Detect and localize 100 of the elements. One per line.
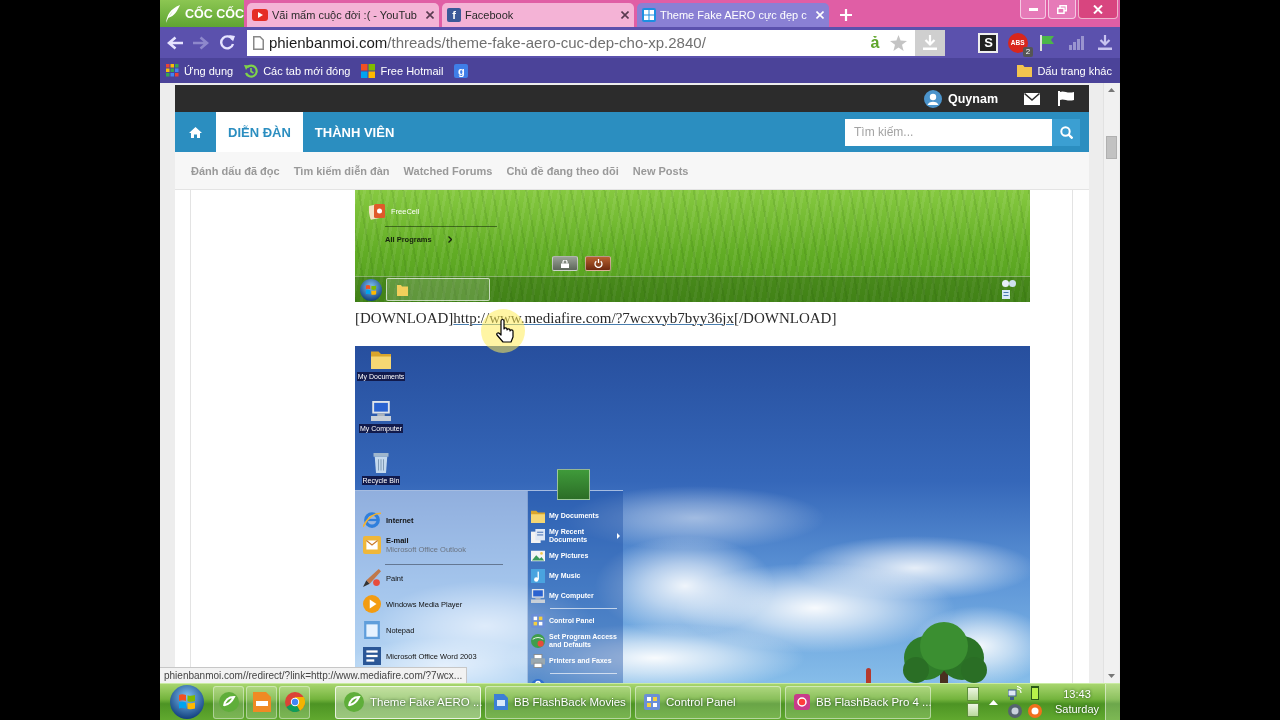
download-icon bbox=[923, 35, 938, 50]
document-icon bbox=[252, 692, 271, 712]
start-orb-icon[interactable] bbox=[360, 278, 382, 301]
swirl-icon bbox=[218, 692, 239, 712]
show-desktop-button[interactable] bbox=[1105, 684, 1120, 720]
taskbar-button[interactable] bbox=[386, 278, 490, 301]
pinned-app-button[interactable] bbox=[279, 685, 310, 719]
taskbar-button[interactable]: BB FlashBack Movies bbox=[485, 685, 631, 719]
nav-tab[interactable]: THÀNH VIÊN bbox=[302, 112, 407, 152]
site-icon: f bbox=[447, 8, 461, 22]
apps-grid-icon bbox=[166, 64, 179, 77]
address-field[interactable]: phienbanmoi.com/threads/theme-fake-aero-cuc-dep-cho-xp.2840/ ả bbox=[246, 29, 916, 56]
show-hidden-icons-button[interactable] bbox=[989, 699, 998, 705]
document-icon bbox=[494, 694, 508, 710]
scroll-up-icon[interactable] bbox=[1108, 88, 1115, 92]
download-link[interactable]: http://www.mediafire.com/?7wcxvyb7byy36jx bbox=[453, 310, 734, 326]
home-icon bbox=[189, 126, 202, 138]
sub-nav-link[interactable]: Đánh dấu đã đọc bbox=[191, 164, 280, 177]
scrollbar[interactable] bbox=[1103, 83, 1119, 683]
cards-icon bbox=[369, 203, 386, 220]
extension-button[interactable]: S bbox=[978, 32, 999, 53]
pinned-app-button[interactable] bbox=[246, 685, 277, 719]
ring-icon[interactable] bbox=[1028, 704, 1042, 718]
power-button[interactable] bbox=[585, 256, 611, 271]
clock-day[interactable]: Saturday bbox=[1055, 702, 1099, 717]
scrollbar-thumb[interactable] bbox=[1106, 136, 1117, 159]
browser-tab[interactable]: Vãi mấm cuộc đời :( - YouTub bbox=[247, 3, 439, 27]
site-icon[interactable]: g bbox=[454, 63, 469, 78]
battery-icon[interactable] bbox=[1028, 686, 1042, 700]
swirl-icon bbox=[344, 692, 364, 712]
bookmark-item[interactable]: Các tab mới đóng bbox=[244, 63, 351, 78]
sub-nav-link[interactable]: Watched Forums bbox=[403, 164, 493, 177]
logo-tab[interactable]: CỐC CỐC bbox=[160, 0, 244, 27]
bookmark-folder[interactable]: Dấu trang khác bbox=[1017, 64, 1112, 77]
documents-icon bbox=[531, 529, 545, 543]
search-field[interactable]: Tìm kiếm... bbox=[845, 118, 1052, 146]
speaker-icon[interactable] bbox=[1008, 704, 1022, 718]
network-icon[interactable] bbox=[1008, 686, 1022, 700]
four-pane-icon bbox=[361, 63, 376, 78]
chevron-up-icon bbox=[989, 699, 998, 705]
lock-button[interactable] bbox=[552, 256, 578, 271]
download-text: [DOWNLOAD]http://www.mediafire.com/?7wcxvyb7byy36jx[/DOWNLOAD] bbox=[355, 309, 838, 327]
desktop-pager[interactable] bbox=[967, 687, 979, 717]
chevron-right-icon bbox=[447, 236, 452, 243]
minimize-button[interactable] bbox=[1020, 0, 1046, 19]
flag-icon bbox=[1058, 91, 1074, 106]
browser-tab[interactable]: f Facebook bbox=[442, 3, 634, 27]
forward-icon bbox=[193, 35, 210, 50]
search-icon bbox=[1059, 125, 1073, 139]
picture-icon bbox=[531, 549, 545, 563]
reload-icon bbox=[220, 35, 236, 50]
user-name[interactable]: Quynam bbox=[948, 91, 998, 106]
note-icon bbox=[1002, 290, 1010, 299]
close-button[interactable] bbox=[1078, 0, 1118, 19]
page-icon bbox=[252, 35, 264, 50]
play-icon bbox=[363, 595, 381, 613]
sub-nav-link[interactable]: Tìm kiếm diễn đàn bbox=[293, 164, 390, 177]
minimize-icon bbox=[1028, 7, 1038, 11]
folder-icon bbox=[397, 283, 408, 296]
history-icon bbox=[244, 63, 259, 78]
signal-bars-icon bbox=[1068, 35, 1084, 50]
download-icon bbox=[1098, 35, 1113, 50]
record-icon bbox=[794, 694, 810, 710]
globe-icon bbox=[531, 634, 545, 648]
count-badge: 2 bbox=[1023, 46, 1034, 57]
close-icon[interactable] bbox=[621, 11, 629, 19]
scroll-down-icon[interactable] bbox=[1108, 674, 1115, 678]
leaf-icon bbox=[165, 4, 181, 23]
restore-button[interactable] bbox=[1048, 0, 1076, 19]
status-bubble: phienbanmoi.com//redirect/?link=http://www.mediafire.com/?7wcx... bbox=[160, 667, 468, 683]
browser-icon bbox=[363, 511, 381, 529]
folder-icon bbox=[371, 349, 391, 369]
music-icon bbox=[531, 569, 545, 583]
restore-icon bbox=[1057, 4, 1067, 14]
control-panel-icon bbox=[644, 694, 660, 710]
typing-mode-indicator[interactable]: ả bbox=[870, 33, 880, 52]
sync-icon bbox=[1002, 280, 1016, 287]
user-avatar-icon[interactable] bbox=[924, 89, 942, 108]
bookmark-item[interactable]: Ứng dụng bbox=[166, 64, 234, 77]
brush-icon bbox=[363, 569, 381, 587]
taskbar-button[interactable]: BB FlashBack Pro 4 ... bbox=[785, 685, 931, 719]
plus-icon bbox=[840, 9, 852, 21]
search-button[interactable] bbox=[1052, 118, 1080, 146]
pinned-app-button[interactable] bbox=[213, 685, 244, 719]
four-pane-icon bbox=[642, 8, 656, 22]
close-icon[interactable] bbox=[426, 11, 434, 19]
play-icon bbox=[252, 9, 268, 21]
star-icon[interactable] bbox=[890, 34, 908, 51]
nav-tab[interactable]: DIỄN ĐÀN bbox=[216, 112, 303, 152]
taskbar-button[interactable]: Control Panel bbox=[635, 685, 781, 719]
power-icon bbox=[593, 259, 603, 268]
sub-nav-link[interactable]: New Posts bbox=[632, 164, 689, 177]
lock-icon bbox=[561, 259, 569, 268]
bookmark-item[interactable]: Free Hotmail bbox=[361, 63, 444, 78]
printer-icon bbox=[531, 654, 545, 668]
folder-icon bbox=[531, 509, 545, 523]
download-button[interactable] bbox=[915, 29, 945, 56]
mail-icon bbox=[363, 536, 381, 554]
browser-tab[interactable]: Theme Fake AERO cực đẹp c bbox=[637, 3, 829, 27]
sub-nav-link[interactable]: Chủ đề đang theo dõi bbox=[506, 164, 619, 177]
